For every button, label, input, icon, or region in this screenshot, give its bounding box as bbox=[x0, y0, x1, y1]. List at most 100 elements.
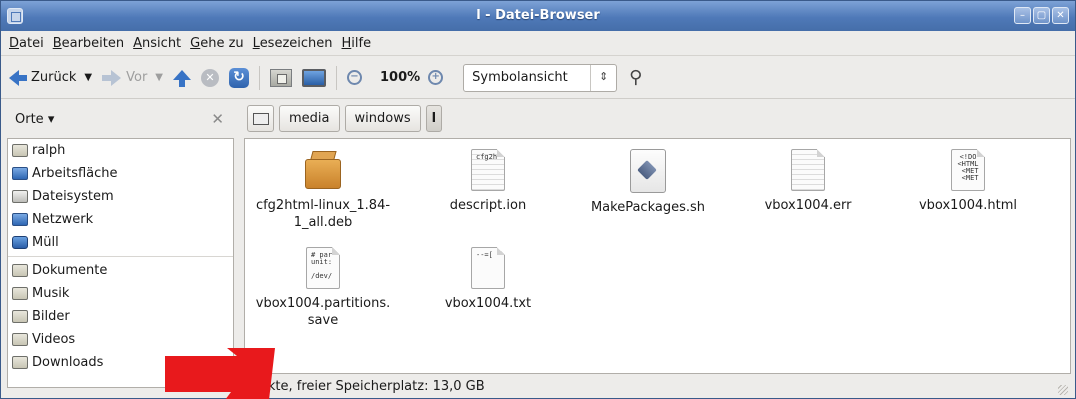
file-view: cfg2html-linux_1.84- 1_all.deb cfg2h des… bbox=[244, 138, 1071, 374]
sidebar-item-label: Videos bbox=[32, 332, 76, 347]
reload-button[interactable]: ↻ bbox=[229, 67, 249, 88]
chevron-down-icon: ▾ bbox=[43, 111, 55, 127]
folder-icon bbox=[12, 356, 28, 369]
close-button[interactable]: ✕ bbox=[1052, 7, 1069, 24]
zoom-in-button[interactable]: + bbox=[428, 70, 444, 85]
file-name-line1: vbox1004.err bbox=[764, 198, 852, 213]
sidebar-item-label: Arbeitsfläche bbox=[32, 166, 118, 181]
path-segment-current[interactable]: l bbox=[425, 105, 443, 132]
menu-hilfe[interactable]: Hilfe bbox=[342, 36, 372, 51]
up-arrow-icon bbox=[173, 69, 191, 87]
toolbar-separator bbox=[336, 65, 337, 90]
title-bar[interactable]: l - Datei-Browser – ▢ ✕ bbox=[1, 1, 1075, 31]
sidebar-item-dokumente[interactable]: Dokumente bbox=[8, 259, 233, 282]
path-segment-windows[interactable]: windows bbox=[344, 105, 421, 132]
file-item[interactable]: --=[ vbox1004.txt bbox=[408, 247, 568, 312]
trash-icon bbox=[12, 236, 28, 249]
text-file-icon: --=[ bbox=[471, 247, 505, 289]
maximize-button[interactable]: ▢ bbox=[1033, 7, 1050, 24]
home-folder-icon bbox=[12, 144, 28, 157]
view-mode-select[interactable]: Symbolansicht ⇕ bbox=[463, 63, 618, 92]
file-name-line2: save bbox=[307, 313, 339, 328]
folder-icon bbox=[12, 264, 28, 277]
forward-label: Vor bbox=[126, 70, 148, 85]
sidebar-header: Orte ▾ ✕ bbox=[7, 106, 232, 132]
filesystem-icon bbox=[12, 190, 28, 203]
stop-button[interactable]: ✕ bbox=[201, 68, 219, 87]
computer-icon bbox=[302, 68, 326, 87]
file-name-line1: cfg2html-linux_1.84- bbox=[255, 198, 391, 213]
file-name-line1: vbox1004.txt bbox=[444, 296, 532, 311]
sidebar-item-netzwerk[interactable]: Netzwerk bbox=[8, 208, 233, 231]
home-folder-icon bbox=[270, 68, 292, 87]
menu-datei[interactable]: Datei bbox=[9, 36, 44, 51]
sidebar-item-label: Dateisystem bbox=[32, 189, 114, 204]
package-icon bbox=[303, 151, 343, 191]
sidebar-item-arbeitsflaeche[interactable]: Arbeitsfläche bbox=[8, 162, 233, 185]
zoom-out-button[interactable]: − bbox=[347, 70, 362, 85]
path-segment-media[interactable]: media bbox=[279, 105, 340, 132]
forward-button[interactable]: Vor ▼ bbox=[102, 69, 163, 86]
file-item[interactable]: <!DO <HTML <MET <MET vbox1004.html bbox=[888, 149, 1048, 214]
file-item[interactable]: MakePackages.sh bbox=[568, 149, 728, 216]
red-annotation-arrow-icon bbox=[165, 348, 275, 399]
home-button[interactable] bbox=[270, 68, 292, 87]
sidebar-type-dropdown[interactable]: Orte ▾ bbox=[15, 112, 54, 127]
view-mode-value: Symbolansicht bbox=[472, 70, 568, 85]
resize-grip-icon[interactable] bbox=[1058, 385, 1068, 395]
stop-icon: ✕ bbox=[201, 68, 219, 87]
back-arrow-icon bbox=[9, 69, 27, 86]
text-file-icon: # par unit: /dev/ bbox=[306, 247, 340, 289]
reload-icon: ↻ bbox=[229, 67, 249, 88]
menu-ansicht[interactable]: Ansicht bbox=[133, 36, 181, 51]
folder-icon bbox=[12, 287, 28, 300]
file-name-line2: 1_all.deb bbox=[293, 215, 353, 230]
window-title: l - Datei-Browser bbox=[476, 8, 600, 23]
menu-bearbeiten[interactable]: Bearbeiten bbox=[53, 36, 124, 51]
html-file-icon: <!DO <HTML <MET <MET bbox=[951, 149, 985, 191]
minimize-button[interactable]: – bbox=[1014, 7, 1031, 24]
folder-icon bbox=[12, 333, 28, 346]
sidebar-item-musik[interactable]: Musik bbox=[8, 282, 233, 305]
script-icon bbox=[630, 149, 666, 193]
sidebar-close-icon[interactable]: ✕ bbox=[211, 110, 224, 128]
sidebar-separator bbox=[8, 256, 233, 257]
sidebar-item-dateisystem[interactable]: Dateisystem bbox=[8, 185, 233, 208]
sidebar-item-label: ralph bbox=[32, 143, 66, 158]
menu-gehe-zu[interactable]: Gehe zu bbox=[190, 36, 244, 51]
sidebar-item-label: Musik bbox=[32, 286, 70, 301]
file-item[interactable]: vbox1004.err bbox=[728, 149, 888, 214]
zoom-level[interactable]: 100% bbox=[380, 70, 420, 85]
file-item[interactable]: cfg2html-linux_1.84- 1_all.deb bbox=[243, 151, 403, 231]
sidebar-item-label: Bilder bbox=[32, 309, 70, 324]
status-bar: bjekte, freier Speicherplatz: 13,0 GB bbox=[244, 378, 1072, 398]
up-button[interactable] bbox=[173, 69, 191, 87]
folder-icon bbox=[12, 310, 28, 323]
file-name-line1: vbox1004.html bbox=[918, 198, 1018, 213]
sidebar-item-ralph[interactable]: ralph bbox=[8, 139, 233, 162]
sidebar-item-label: Müll bbox=[32, 235, 59, 250]
back-button[interactable]: Zurück ▼ bbox=[9, 69, 92, 86]
file-name-line1: vbox1004.partitions. bbox=[255, 296, 391, 311]
file-item[interactable]: # par unit: /dev/ vbox1004.partitions. s… bbox=[243, 247, 403, 329]
menu-bar: Datei Bearbeiten Ansicht Gehe zu Lesezei… bbox=[1, 32, 1075, 56]
file-item[interactable]: cfg2h descript.ion bbox=[408, 149, 568, 214]
path-bar: media windows l bbox=[247, 105, 443, 132]
computer-button[interactable] bbox=[302, 68, 326, 87]
path-root-button[interactable] bbox=[247, 105, 274, 132]
window-controls: – ▢ ✕ bbox=[1014, 7, 1069, 24]
forward-history-chevron-icon[interactable]: ▼ bbox=[155, 72, 163, 83]
select-chevron-icon: ⇕ bbox=[590, 64, 616, 91]
zoom-out-icon: − bbox=[347, 70, 362, 85]
zoom-in-icon: + bbox=[428, 70, 444, 85]
menu-lesezeichen[interactable]: Lesezeichen bbox=[253, 36, 333, 51]
search-binoculars-icon[interactable]: ⚲ bbox=[629, 67, 642, 88]
toolbar: Zurück ▼ Vor ▼ ✕ ↻ − 100% + Symbolansich… bbox=[1, 57, 1075, 99]
forward-arrow-icon bbox=[102, 69, 122, 86]
sidebar-item-bilder[interactable]: Bilder bbox=[8, 305, 233, 328]
sidebar-item-muell[interactable]: Müll bbox=[8, 231, 233, 254]
sidebar-item-label: Netzwerk bbox=[32, 212, 94, 227]
back-history-chevron-icon[interactable]: ▼ bbox=[84, 72, 92, 83]
desktop-icon bbox=[12, 167, 28, 180]
sidebar-item-label: Dokumente bbox=[32, 263, 108, 278]
